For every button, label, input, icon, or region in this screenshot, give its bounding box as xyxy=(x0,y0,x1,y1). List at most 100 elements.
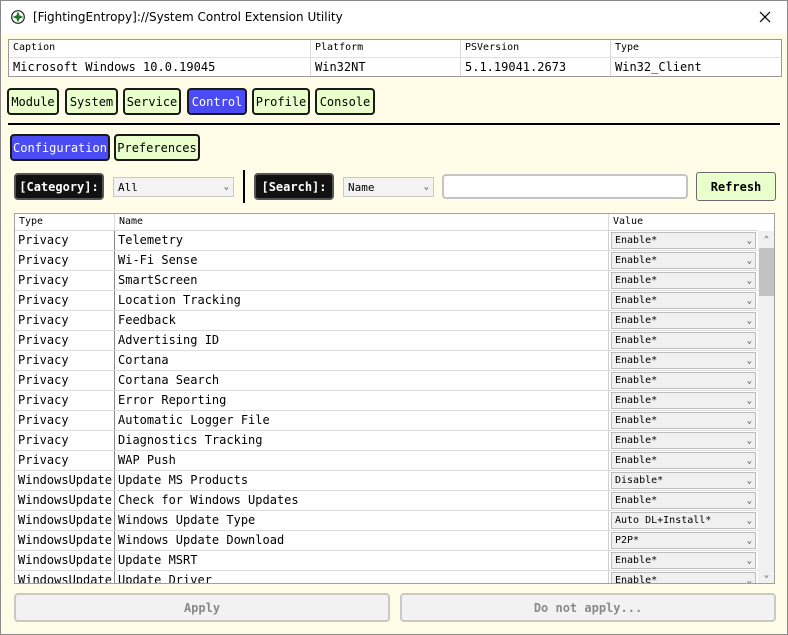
table-row[interactable]: WindowsUpdate Update MS Products Disable* ⌄ xyxy=(15,471,758,491)
row-value: Enable* xyxy=(615,375,658,386)
row-value-dropdown[interactable]: Enable* ⌄ xyxy=(611,272,756,289)
row-value-cell: Enable* ⌄ xyxy=(609,271,758,290)
row-value-dropdown[interactable]: P2P* ⌄ xyxy=(611,532,756,549)
search-input[interactable] xyxy=(442,174,688,199)
chevron-down-icon: ⌄ xyxy=(746,295,752,306)
row-type: Privacy xyxy=(15,331,115,350)
category-dropdown[interactable]: All ⌄ xyxy=(113,177,234,197)
system-info-grid: Caption Platform PSVersion Type Microsof… xyxy=(8,39,782,77)
row-value-dropdown[interactable]: Enable* ⌄ xyxy=(611,432,756,449)
row-value-dropdown[interactable]: Enable* ⌄ xyxy=(611,332,756,349)
table-row[interactable]: WindowsUpdate Windows Update Download P2P*… xyxy=(15,531,758,551)
row-value-cell: Enable* ⌄ xyxy=(609,451,758,470)
table-row[interactable]: Privacy Diagnostics Tracking Enable* ⌄ xyxy=(15,431,758,451)
row-name: Error Reporting xyxy=(115,391,609,410)
table-row[interactable]: Privacy Cortana Search Enable* ⌄ xyxy=(15,371,758,391)
chevron-down-icon: ⌄ xyxy=(746,395,752,406)
app-window: [FightingEntropy]://System Control Exten… xyxy=(0,0,788,635)
row-value-dropdown[interactable]: Enable* ⌄ xyxy=(611,292,756,309)
row-value-dropdown[interactable]: Enable* ⌄ xyxy=(611,492,756,509)
scroll-down-icon[interactable]: ⌄ xyxy=(758,566,774,583)
row-value: P2P* xyxy=(615,535,640,546)
category-label: [Category]: xyxy=(14,173,104,200)
tab-control[interactable]: Control xyxy=(187,88,247,115)
row-type: Privacy xyxy=(15,431,115,450)
row-name: Advertising ID xyxy=(115,331,609,350)
grid-header-type[interactable]: Type xyxy=(15,214,115,230)
table-row[interactable]: WindowsUpdate Check for Windows Updates En… xyxy=(15,491,758,511)
search-field-value: Name xyxy=(348,180,375,194)
row-type: WindowsUpdate xyxy=(15,491,115,510)
row-value: Enable* xyxy=(615,235,658,246)
row-value-cell: Enable* ⌄ xyxy=(609,351,758,370)
row-value-dropdown[interactable]: Enable* ⌄ xyxy=(611,552,756,569)
refresh-button[interactable]: Refresh xyxy=(696,172,776,201)
row-value-dropdown[interactable]: Enable* ⌄ xyxy=(611,352,756,369)
grid-rows: Privacy Telemetry Enable* ⌄ Privacy Wi-Fi Sen… xyxy=(15,231,758,584)
row-value-dropdown[interactable]: Enable* ⌄ xyxy=(611,252,756,269)
table-row[interactable]: Privacy Automatic Logger File Enable* ⌄ xyxy=(15,411,758,431)
chevron-down-icon: ⌄ xyxy=(746,315,752,326)
row-value: Enable* xyxy=(615,395,658,406)
info-header-type: Type xyxy=(615,42,640,53)
info-header-row: Caption Platform PSVersion Type xyxy=(9,40,781,58)
scroll-thumb[interactable] xyxy=(759,248,774,296)
row-name: Feedback xyxy=(115,311,609,330)
row-value-dropdown[interactable]: Enable* ⌄ xyxy=(611,392,756,409)
row-value-cell: Enable* ⌄ xyxy=(609,371,758,390)
row-value: Enable* xyxy=(615,335,658,346)
tab-profile[interactable]: Profile xyxy=(252,88,310,115)
search-field-dropdown[interactable]: Name ⌄ xyxy=(343,177,434,197)
row-name: Update MS Products xyxy=(115,471,609,490)
row-value-dropdown[interactable]: Enable* ⌄ xyxy=(611,232,756,249)
table-row[interactable]: Privacy WAP Push Enable* ⌄ xyxy=(15,451,758,471)
row-value-cell: Enable* ⌄ xyxy=(609,551,758,570)
tab-system[interactable]: System xyxy=(65,88,118,115)
table-row[interactable]: WindowsUpdate Update MSRT Enable* ⌄ xyxy=(15,551,758,571)
row-value: Enable* xyxy=(615,575,658,584)
row-value-dropdown[interactable]: Enable* ⌄ xyxy=(611,452,756,469)
chevron-down-icon: ⌄ xyxy=(746,495,752,506)
row-type: WindowsUpdate xyxy=(15,471,115,490)
table-row[interactable]: WindowsUpdate Windows Update Type Auto DL+… xyxy=(15,511,758,531)
row-value-cell: Enable* ⌄ xyxy=(609,431,758,450)
grid-header-value[interactable]: Value xyxy=(609,214,758,230)
row-value-cell: Enable* ⌄ xyxy=(609,251,758,270)
table-row[interactable]: Privacy Cortana Enable* ⌄ xyxy=(15,351,758,371)
apply-button[interactable]: Apply xyxy=(14,593,390,622)
scroll-up-icon[interactable]: ⌃ xyxy=(758,231,774,248)
grid-scrollbar[interactable]: ⌃ ⌄ xyxy=(758,231,774,583)
window-title: [FightingEntropy]://System Control Exten… xyxy=(33,10,343,24)
info-header-caption: Caption xyxy=(9,40,311,57)
row-value: Enable* xyxy=(615,415,658,426)
table-row[interactable]: Privacy Telemetry Enable* ⌄ xyxy=(15,231,758,251)
do-not-apply-button[interactable]: Do not apply... xyxy=(400,593,776,622)
row-value-dropdown[interactable]: Enable* ⌄ xyxy=(611,572,756,584)
tab-console[interactable]: Console xyxy=(315,88,375,115)
table-row[interactable]: Privacy Feedback Enable* ⌄ xyxy=(15,311,758,331)
row-value-dropdown[interactable]: Enable* ⌄ xyxy=(611,312,756,329)
subtab-preferences[interactable]: Preferences xyxy=(114,134,200,161)
settings-grid: Type Name Value Privacy Telemetry Enable* ⌄… xyxy=(14,213,775,584)
row-value-cell: Enable* ⌄ xyxy=(609,331,758,350)
chevron-down-icon: ⌄ xyxy=(746,415,752,426)
chevron-down-icon: ⌄ xyxy=(746,575,752,584)
table-row[interactable]: Privacy Advertising ID Enable* ⌄ xyxy=(15,331,758,351)
table-row[interactable]: Privacy Wi-Fi Sense Enable* ⌄ xyxy=(15,251,758,271)
title-bar[interactable]: [FightingEntropy]://System Control Exten… xyxy=(1,1,787,33)
subtab-configuration[interactable]: Configuration xyxy=(10,134,110,161)
table-row[interactable]: Privacy Error Reporting Enable* ⌄ xyxy=(15,391,758,411)
table-row[interactable]: WindowsUpdate Update Driver Enable* ⌄ xyxy=(15,571,758,584)
table-row[interactable]: Privacy Location Tracking Enable* ⌄ xyxy=(15,291,758,311)
info-value-row[interactable]: Microsoft Windows 10.0.19045 Win32NT 5.1… xyxy=(9,58,781,76)
table-row[interactable]: Privacy SmartScreen Enable* ⌄ xyxy=(15,271,758,291)
row-value-dropdown[interactable]: Auto DL+Install* ⌄ xyxy=(611,512,756,529)
grid-header-name[interactable]: Name xyxy=(115,214,609,230)
tab-module[interactable]: Module xyxy=(7,88,59,115)
close-button[interactable] xyxy=(743,1,787,33)
row-value-dropdown[interactable]: Disable* ⌄ xyxy=(611,472,756,489)
row-value-dropdown[interactable]: Enable* ⌄ xyxy=(611,412,756,429)
row-type: Privacy xyxy=(15,271,115,290)
tab-service[interactable]: Service xyxy=(123,88,181,115)
row-value-dropdown[interactable]: Enable* ⌄ xyxy=(611,372,756,389)
